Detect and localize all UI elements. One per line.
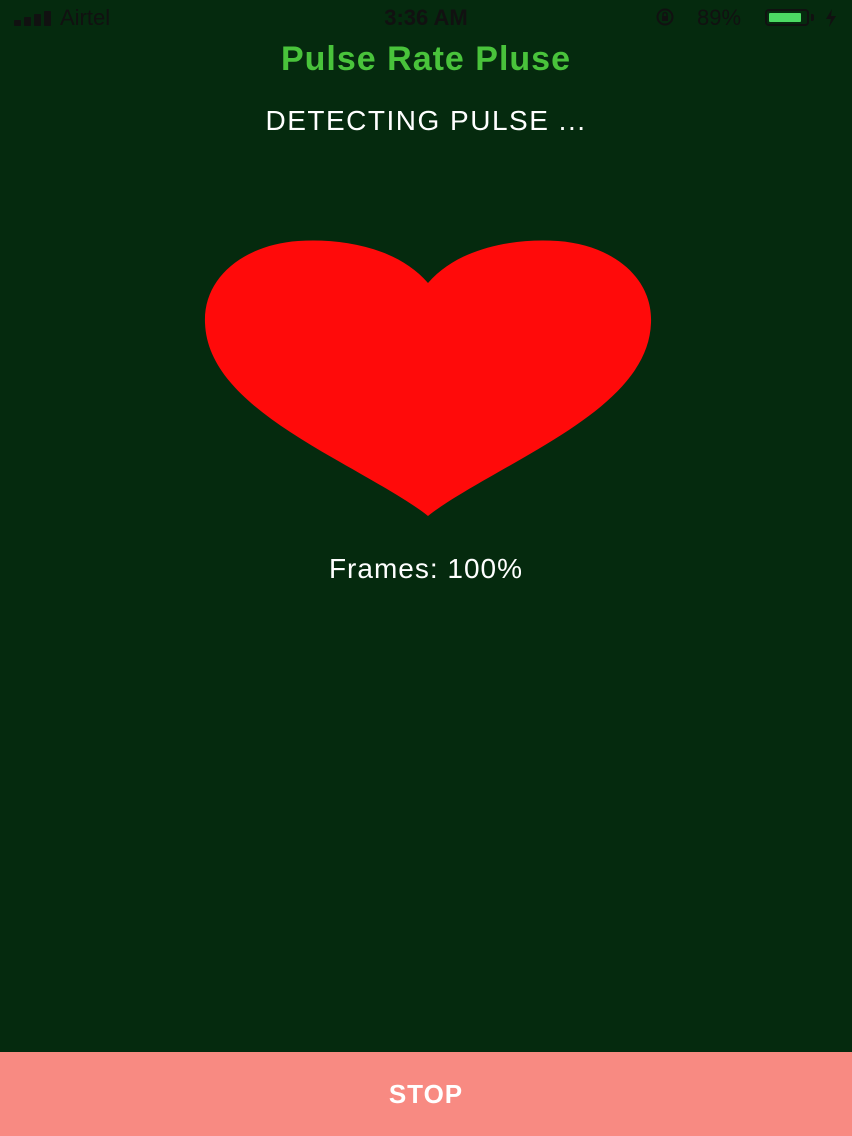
charging-bolt-icon: [826, 9, 836, 27]
stop-button[interactable]: STOP: [0, 1052, 852, 1136]
battery-fill: [769, 13, 801, 22]
heart-shape: [204, 240, 652, 516]
battery-percent: 89%: [697, 5, 742, 30]
frames-progress: Frames: 100%: [328, 553, 524, 584]
heart-icon: [204, 240, 652, 516]
app-title: Pulse Rate Pluse: [280, 40, 571, 78]
orientation-lock-icon: [656, 8, 674, 26]
status-bar: Airtel 3:36 AM 89%: [0, 0, 852, 36]
battery-nub: [811, 14, 814, 21]
battery-icon: [765, 9, 809, 26]
detection-status: DETECTING PULSE ...: [265, 105, 587, 136]
